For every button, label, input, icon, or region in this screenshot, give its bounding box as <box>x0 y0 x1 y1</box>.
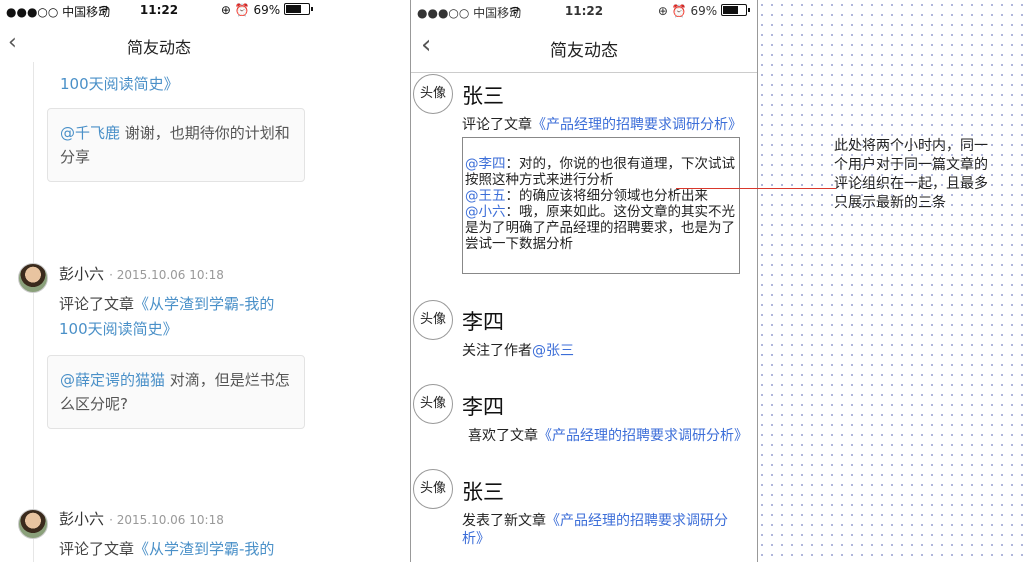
article-link[interactable]: 100天阅读简史》 <box>60 75 179 93</box>
comment-item: @李四：对的，你说的也很有道理，下次试试按照这种方式来进行分析 <box>465 156 737 188</box>
battery-icon <box>721 4 750 16</box>
status-bar: ●●●○○ 中国移动 11:22 ⊕ ⏰ 69% <box>411 0 757 22</box>
action-text: 评论了文章 <box>59 540 135 558</box>
article-link[interactable]: 《产品经理的招聘要求调研分析》 <box>538 428 748 444</box>
action-text: 评论了文章 <box>59 295 135 313</box>
left-phone-screen: ●●●○○ 中国移动 11:22 ⊕ ⏰ 69% ‹ 简友动态 100天阅读简史… <box>0 0 318 562</box>
status-indicators: ⊕ ⏰ 69% <box>657 4 718 18</box>
avatar-placeholder[interactable]: 头像 <box>413 469 453 509</box>
mention-link[interactable]: @薛定谔的猫猫 <box>60 371 165 389</box>
wireframe-phone-screen: ●●●○○ 中国移动 11:22 ⊕ ⏰ 69% ‹ 简友动态 头像 张三 评论… <box>410 0 758 562</box>
mention-link[interactable]: @李四 <box>465 156 506 172</box>
nav-bar: ‹ 简友动态 <box>411 22 757 73</box>
mention-link[interactable]: @王五 <box>465 188 506 204</box>
avatar[interactable] <box>18 263 48 293</box>
comment-text: ：对的，你说的也很有道理，下次试试按照这种方式来进行分析 <box>465 156 735 188</box>
avatar-placeholder[interactable]: 头像 <box>413 74 453 114</box>
dotted-canvas <box>757 0 1024 562</box>
article-link[interactable]: 《产品经理的招聘要求调研分析》 <box>532 117 742 133</box>
user-name[interactable]: 张三 <box>462 80 504 110</box>
user-name[interactable]: 彭小六 <box>59 510 104 528</box>
timestamp: · 2015.10.06 10:18 <box>109 268 224 282</box>
mention-link[interactable]: @千飞鹿 <box>60 124 120 142</box>
feed-action: 评论了文章《产品经理的招聘要求调研分析》 <box>462 116 742 134</box>
action-text: 发表了新文章 <box>462 513 546 529</box>
user-name[interactable]: 张三 <box>462 476 504 506</box>
article-link[interactable]: 《从学渣到学霸-我的 <box>134 540 274 558</box>
page-title: 简友动态 <box>126 38 191 57</box>
comment-item: @小六：哦，原来如此。这份文章的其实不光是为了明确了产品经理的招聘要求，也是为了… <box>465 204 737 252</box>
mention-link[interactable]: @小六 <box>465 204 506 220</box>
annotation-note: 此处将两个小时内，同一个用户对于同一篇文章的评论组织在一起，且最多只展示最新的三… <box>834 138 988 211</box>
feed-action: 评论了文章《从学渣到学霸-我的 <box>59 537 309 562</box>
comment-quote: @薛定谔的猫猫 对滴，但是烂书怎么区分呢? <box>47 355 305 429</box>
nav-bar: ‹ 简友动态 <box>0 26 318 62</box>
comment-item: @王五：的确应该将细分领域也分析出来 <box>465 188 737 204</box>
battery-icon <box>284 3 313 15</box>
feed-action: 喜欢了文章《产品经理的招聘要求调研分析》 <box>468 427 748 445</box>
grouped-comments-box: @李四：对的，你说的也很有道理，下次试试按照这种方式来进行分析 @王五：的确应该… <box>462 137 740 274</box>
action-text: 评论了文章 <box>462 117 532 133</box>
feed-action: 关注了作者@张三 <box>462 342 574 360</box>
user-name[interactable]: 彭小六 <box>59 265 104 283</box>
action-text: 喜欢了文章 <box>468 428 538 444</box>
comment-text: ：哦，原来如此。这份文章的其实不光是为了明确了产品经理的招聘要求，也是为了尝试一… <box>465 204 735 252</box>
status-bar: ●●●○○ 中国移动 11:22 ⊕ ⏰ 69% <box>0 0 318 20</box>
feed-action: 发表了新文章《产品经理的招聘要求调研分析》 <box>462 512 732 548</box>
feed-header: 彭小六 · 2015.10.06 10:18 <box>59 508 224 529</box>
avatar[interactable] <box>18 509 48 539</box>
action-text: 关注了作者 <box>462 343 532 359</box>
status-right: ⊕ ⏰ 69% <box>657 4 750 18</box>
comment-quote: @千飞鹿 谢谢，也期待你的计划和分享 <box>47 108 305 182</box>
author-link[interactable]: @张三 <box>532 343 574 359</box>
list-item: 100天阅读简史》 <box>60 72 310 97</box>
comment-text: ：的确应该将细分领域也分析出来 <box>505 188 709 204</box>
user-name[interactable]: 李四 <box>462 391 504 421</box>
timestamp: · 2015.10.06 10:18 <box>109 513 224 527</box>
feed-action: 评论了文章《从学渣到学霸-我的100天阅读简史》 <box>59 292 294 342</box>
feed-header: 彭小六 · 2015.10.06 10:18 <box>59 263 224 284</box>
user-name[interactable]: 李四 <box>462 306 504 336</box>
annotation-connector-line <box>676 188 836 189</box>
avatar-placeholder[interactable]: 头像 <box>413 384 453 424</box>
avatar-placeholder[interactable]: 头像 <box>413 300 453 340</box>
status-indicators: ⊕ ⏰ 69% <box>220 3 281 17</box>
page-title: 简友动态 <box>550 41 618 61</box>
status-right: ⊕ ⏰ 69% <box>220 3 313 17</box>
timeline-line <box>33 62 34 562</box>
